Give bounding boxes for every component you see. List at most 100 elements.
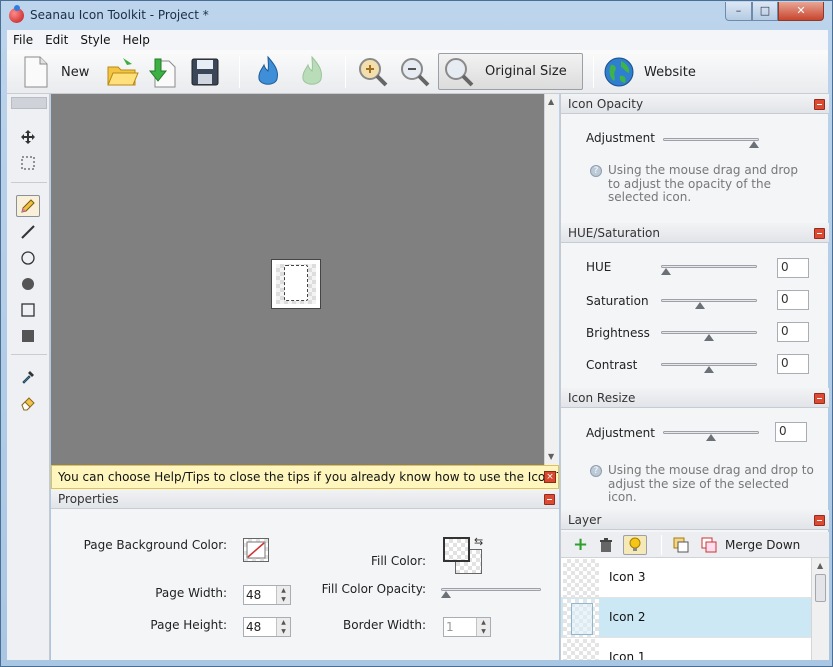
zoom-in-button[interactable] [357,53,389,91]
drawing-canvas[interactable] [51,94,544,465]
slider-thumb[interactable] [661,268,671,275]
layer-list-scrollbar[interactable]: ▲ [811,558,829,660]
zoom-original-icon [445,57,474,86]
page-bg-swatch[interactable] [243,538,269,562]
fill-opacity-slider[interactable] [441,585,541,598]
layer-name: Icon 3 [609,570,646,584]
rectangle-tool[interactable] [16,299,40,321]
merge-down-button[interactable]: Merge Down [701,535,800,555]
duplicate-layer-button[interactable] [673,535,689,555]
circle-filled-icon [22,278,34,290]
new-button[interactable]: New [21,53,89,91]
slider-thumb[interactable] [441,591,451,598]
opacity-info-text: Using the mouse drag and drop to adjust … [608,163,798,204]
border-width-stepper[interactable]: ▲ ▼ [476,618,490,636]
original-size-button[interactable]: Original Size [438,53,583,90]
scroll-thumb[interactable] [815,574,826,602]
layer-close-button[interactable] [814,515,825,526]
page-width-spinner[interactable]: 48 ▲ ▼ [243,585,291,605]
hue-saturation-close-button[interactable] [814,228,825,239]
layer-name: Icon 1 [609,650,646,660]
hue-label: HUE [586,260,612,274]
slider-thumb[interactable] [706,434,716,441]
slider-thumb[interactable] [704,334,714,341]
canvas-vertical-scrollbar[interactable]: ▲ ▼ [544,94,559,465]
brightness-slider[interactable] [661,328,757,341]
layer-item-icon-2[interactable]: Icon 2 [561,598,811,638]
border-width-spinner[interactable]: 1 ▲ ▼ [443,617,491,637]
eraser-icon [21,397,35,411]
page-width-stepper[interactable]: ▲ ▼ [276,586,290,604]
page-height-label: Page Height: [150,618,227,632]
move-tool[interactable] [16,126,40,148]
save-button[interactable] [189,53,221,91]
import-download-icon [148,58,176,88]
scroll-up-icon[interactable]: ▲ [548,97,554,106]
menu-file[interactable]: File [7,30,39,50]
icon-resize-header: Icon Resize [561,388,829,408]
original-size-label: Original Size [485,64,567,79]
page-height-stepper[interactable]: ▲ ▼ [276,618,290,636]
opacity-slider[interactable] [663,135,759,148]
contrast-value-field[interactable]: 0 [777,354,809,374]
scroll-up-icon[interactable]: ▲ [817,561,823,570]
close-window-button[interactable]: ✕ [778,2,824,21]
icon-opacity-title: Icon Opacity [568,97,644,111]
menu-help[interactable]: Help [116,30,155,50]
fill-color-swatch[interactable] [443,537,470,562]
hue-slider[interactable] [661,262,757,275]
open-button[interactable] [105,53,139,91]
import-button[interactable] [145,53,179,91]
no-color-slash-icon [246,541,266,559]
add-layer-button[interactable]: + [573,535,588,555]
delete-layer-button[interactable] [599,535,613,555]
slider-thumb[interactable] [749,141,759,148]
minimize-button[interactable]: – [725,2,752,21]
palette-grip[interactable] [11,97,47,109]
contrast-slider[interactable] [661,360,757,373]
line-tool[interactable] [16,221,40,243]
menu-bar: File Edit Style Help [7,30,828,50]
maximize-button[interactable]: □ [752,2,778,21]
toggle-visibility-button[interactable] [623,535,647,555]
layer-item-icon-3[interactable]: Icon 3 [561,558,811,598]
properties-close-button[interactable] [544,494,555,505]
select-tool[interactable] [16,152,40,174]
page-height-value: 48 [246,620,262,634]
main-toolbar: New Original Size Website [7,50,828,94]
swap-colors-icon[interactable]: ⇆ [474,535,483,548]
saturation-value-field[interactable]: 0 [777,290,809,310]
scroll-down-icon[interactable]: ▼ [548,452,554,461]
resize-value-field[interactable]: 0 [775,422,807,442]
redo-button[interactable] [299,53,325,91]
toolbar-separator [239,56,240,88]
brightness-value-field[interactable]: 0 [777,322,809,342]
eraser-tool[interactable] [16,392,40,414]
resize-slider[interactable] [663,428,759,441]
page-height-spinner[interactable]: 48 ▲ ▼ [243,617,291,637]
plus-icon: + [573,534,589,555]
saturation-slider[interactable] [661,296,757,309]
layer-toolbar-separator [661,535,662,555]
icon-resize-close-button[interactable] [814,393,825,404]
slider-thumb[interactable] [695,302,706,309]
website-button[interactable]: Website [603,53,696,91]
hue-value-field[interactable]: 0 [777,258,809,278]
filled-ellipse-tool[interactable] [16,273,40,295]
pencil-tool[interactable] [16,195,40,217]
trash-icon [600,537,612,552]
slider-thumb[interactable] [704,366,714,373]
tips-close-button[interactable]: × [544,471,556,483]
undo-button[interactable] [255,53,281,91]
website-label: Website [644,64,696,80]
brightness-label: Brightness [586,326,650,340]
menu-edit[interactable]: Edit [39,30,74,50]
icon-opacity-close-button[interactable] [814,99,825,110]
ellipse-tool[interactable] [16,247,40,269]
filled-rectangle-tool[interactable] [16,325,40,347]
layer-item-icon-1[interactable]: Icon 1 [561,638,811,660]
icon-preview[interactable] [271,259,321,309]
zoom-out-button[interactable] [399,53,431,91]
eyedropper-tool[interactable] [16,366,40,388]
menu-style[interactable]: Style [74,30,116,50]
